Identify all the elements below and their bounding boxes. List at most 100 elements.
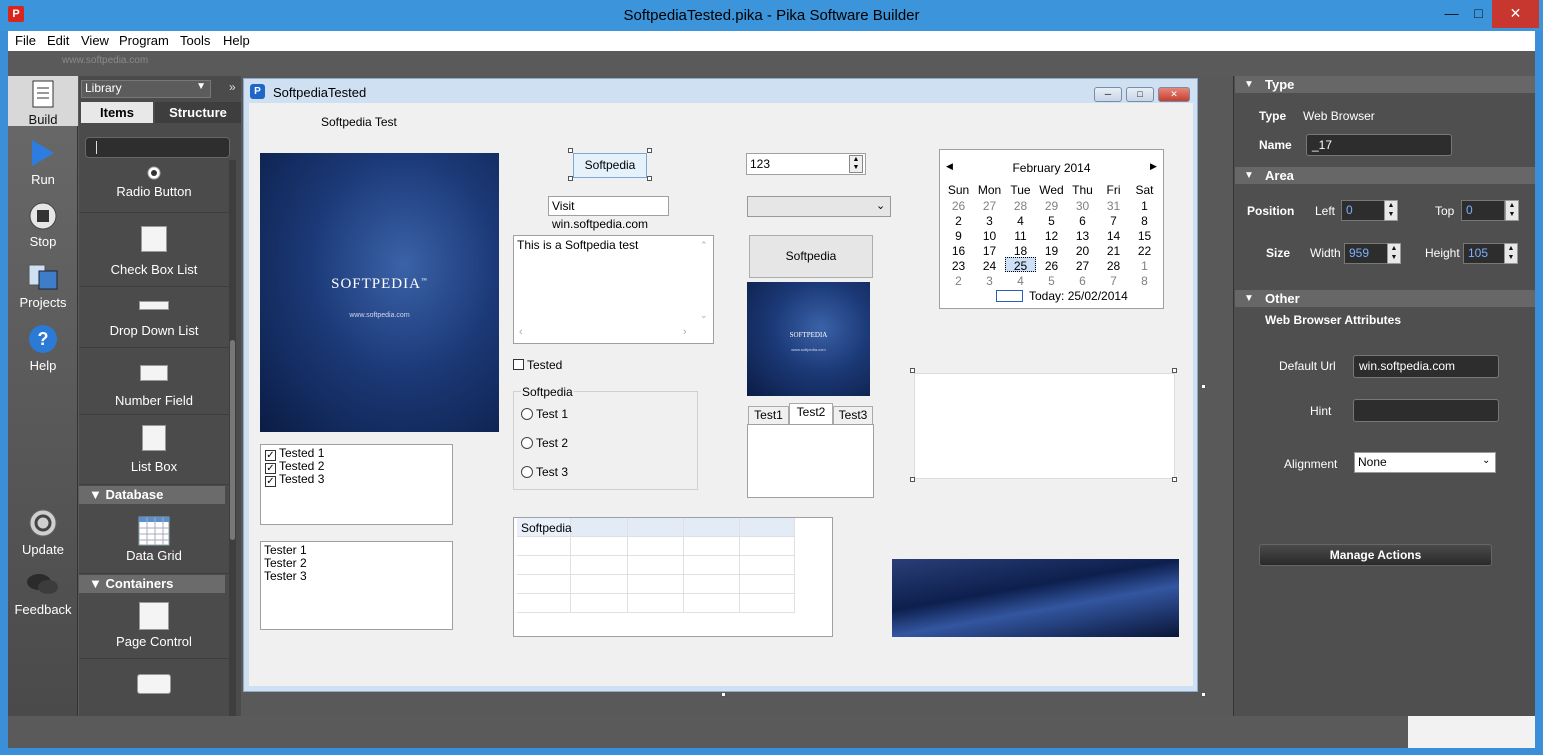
form-minimize-icon[interactable]: ─ — [1094, 87, 1122, 102]
form-maximize-icon[interactable]: □ — [1126, 87, 1154, 102]
calendar-day[interactable]: 12 — [1036, 229, 1067, 243]
calendar-day[interactable]: 31 — [1098, 199, 1129, 213]
section-database[interactable]: ▼ Database — [79, 486, 225, 504]
close-button[interactable]: ✕ — [1492, 0, 1539, 28]
page-tab-test2[interactable]: Test2 — [789, 403, 833, 425]
library-item-radio-button[interactable]: Radio Button — [79, 160, 229, 213]
resize-handle[interactable] — [568, 148, 573, 153]
label-softpedia-test[interactable]: Softpedia Test — [321, 115, 397, 129]
grid-cell[interactable] — [628, 594, 684, 613]
calendar-day[interactable]: 6 — [1067, 214, 1098, 228]
form-close-icon[interactable]: ✕ — [1158, 87, 1190, 102]
calendar-day[interactable]: 4 — [1005, 274, 1036, 288]
calendar-day[interactable]: 27 — [974, 199, 1005, 213]
scroll-left-icon[interactable]: ‹ — [519, 326, 523, 338]
resize-handle[interactable] — [647, 176, 652, 181]
run-button[interactable]: Run — [8, 138, 78, 187]
menu-view[interactable]: View — [81, 33, 109, 48]
radio-test-2[interactable]: Test 2 — [521, 436, 568, 450]
calendar-day[interactable]: 1 — [1129, 199, 1160, 213]
calendar-day[interactable]: 30 — [1067, 199, 1098, 213]
collapse-icon[interactable]: ▼ — [1244, 293, 1254, 304]
softpedia-button[interactable]: Softpedia — [573, 153, 647, 178]
number-field[interactable]: 123 — [746, 153, 866, 175]
calendar-day[interactable]: 7 — [1098, 214, 1129, 228]
grid-cell[interactable] — [571, 518, 628, 537]
grid-cell[interactable] — [517, 575, 571, 594]
grid-cell[interactable] — [517, 537, 571, 556]
radio-test-3[interactable]: Test 3 — [521, 465, 568, 479]
grid-cell[interactable] — [628, 556, 684, 575]
library-dropdown[interactable]: Library ▼ — [81, 80, 211, 98]
section-other[interactable]: Other — [1235, 290, 1535, 307]
resize-handle[interactable] — [1172, 477, 1177, 482]
default-url-field[interactable]: win.softpedia.com — [1353, 355, 1499, 378]
library-scrollbar-thumb[interactable] — [230, 340, 235, 540]
calendar-day[interactable]: 8 — [1129, 214, 1160, 228]
visit-link[interactable]: Visit win.softpedia.com — [548, 196, 669, 231]
web-browser[interactable] — [914, 373, 1175, 479]
calendar-day[interactable]: 4 — [1005, 214, 1036, 228]
calendar-day[interactable]: 22 — [1129, 244, 1160, 258]
softpedia-image-small[interactable] — [747, 282, 870, 396]
grid-cell[interactable] — [571, 594, 628, 613]
resize-handle[interactable] — [647, 148, 652, 153]
grid-cell[interactable] — [517, 556, 571, 575]
calendar-today[interactable]: Today: 25/02/2014 — [1029, 289, 1128, 303]
tab-structure[interactable]: Structure — [155, 102, 241, 123]
calendar-day[interactable]: 29 — [1036, 199, 1067, 213]
alignment-select[interactable]: None — [1354, 452, 1496, 473]
grid-cell[interactable] — [684, 518, 740, 537]
grid-cell[interactable] — [517, 594, 571, 613]
list-item[interactable]: Tester 3 — [264, 569, 307, 583]
calendar-day[interactable]: 1 — [1129, 259, 1160, 273]
grid-cell[interactable] — [571, 556, 628, 575]
update-button[interactable]: Update — [8, 508, 78, 557]
calendar-day[interactable]: 2 — [943, 214, 974, 228]
grid-cell[interactable] — [740, 575, 795, 594]
library-item-page-control[interactable]: Page Control — [79, 595, 229, 659]
calendar-day[interactable]: 24 — [974, 259, 1005, 273]
grid-cell[interactable] — [740, 556, 795, 575]
list-item[interactable]: Tester 1 — [264, 543, 307, 557]
resize-handle[interactable] — [1201, 692, 1206, 697]
page-tab-test1[interactable]: Test1 — [748, 406, 789, 425]
calendar-day[interactable]: 18 — [1005, 244, 1036, 258]
grid-cell[interactable] — [571, 575, 628, 594]
list-item[interactable]: Tester 2 — [264, 556, 307, 570]
library-search-input[interactable] — [85, 137, 230, 158]
calendar-day[interactable]: 3 — [974, 214, 1005, 228]
calendar-day[interactable]: 2 — [943, 274, 974, 288]
drop-down-list[interactable] — [747, 196, 891, 217]
resize-handle[interactable] — [568, 176, 573, 181]
calendar-day[interactable]: 8 — [1129, 274, 1160, 288]
top-spinner[interactable]: ▲ ▼ — [1505, 200, 1519, 221]
calendar-day[interactable]: 7 — [1098, 274, 1129, 288]
page-tab-test3[interactable]: Test3 — [833, 406, 873, 425]
grid-cell[interactable] — [684, 537, 740, 556]
calendar-day[interactable]: 11 — [1005, 229, 1036, 243]
library-item-list-box[interactable]: List Box — [79, 415, 229, 485]
calendar-day[interactable]: 9 — [943, 229, 974, 243]
calendar-day[interactable]: 5 — [1036, 274, 1067, 288]
feedback-button[interactable]: Feedback — [8, 572, 78, 617]
stop-button[interactable]: Stop — [8, 202, 78, 249]
calendar-day[interactable]: 5 — [1036, 214, 1067, 228]
menu-tools[interactable]: Tools — [180, 33, 210, 48]
resize-handle[interactable] — [1201, 384, 1206, 389]
softpedia-button-2[interactable]: Softpedia — [749, 235, 873, 278]
number-spinner[interactable]: ▲ ▼ — [849, 155, 863, 173]
grid-cell[interactable] — [740, 518, 795, 537]
expand-icon[interactable]: » — [229, 80, 236, 94]
calendar-day[interactable]: 3 — [974, 274, 1005, 288]
resize-handle[interactable] — [721, 692, 726, 697]
height-field[interactable]: 105 — [1463, 243, 1505, 264]
library-item-number-field[interactable]: Number Field — [79, 348, 229, 415]
scroll-right-icon[interactable]: › — [683, 326, 687, 338]
calendar-day[interactable]: 15 — [1129, 229, 1160, 243]
calendar-day[interactable]: 21 — [1098, 244, 1129, 258]
checklist-item[interactable]: ✓ Tested 3 — [265, 472, 324, 487]
width-field[interactable]: 959 — [1344, 243, 1388, 264]
calendar-day[interactable]: 14 — [1098, 229, 1129, 243]
collapse-icon[interactable]: ▼ — [1244, 79, 1254, 90]
